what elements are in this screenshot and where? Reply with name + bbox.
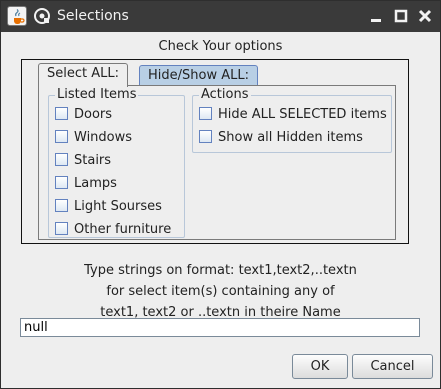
minimize-icon[interactable] <box>367 7 385 25</box>
listed-items-group: Listed Items Doors Windows Stairs Lamps … <box>48 87 185 239</box>
hide-selected-checkbox[interactable]: Hide ALL SELECTED items <box>199 106 387 124</box>
tab-select-all[interactable]: Select ALL: <box>38 63 128 87</box>
checkbox-box[interactable] <box>55 153 68 166</box>
instruction-line: Type strings on format: text1,text2,..te… <box>84 263 357 278</box>
checkbox-label: Stairs <box>74 153 112 168</box>
title-bar[interactable]: Selections <box>1 1 440 32</box>
maximize-icon[interactable] <box>392 7 410 25</box>
actions-group: Actions Hide ALL SELECTED items Show all… <box>192 87 392 153</box>
checkbox-label: Show all Hidden items <box>218 130 363 145</box>
checkbox-label: Light Sourses <box>74 199 162 214</box>
show-hidden-checkbox[interactable]: Show all Hidden items <box>199 129 363 147</box>
dialog-content: Check Your options Select ALL: Hide/Show… <box>1 32 440 388</box>
instruction-line: for select item(s) containing any of <box>106 284 335 299</box>
selections-dialog: Selections Check Your options Select ALL… <box>0 0 441 389</box>
lamps-checkbox[interactable]: Lamps <box>55 175 117 193</box>
checkbox-label: Windows <box>74 130 133 145</box>
checkbox-label: Lamps <box>74 176 117 191</box>
ok-button[interactable]: OK <box>292 354 348 379</box>
tab-hide-show-all[interactable]: Hide/Show ALL: <box>139 65 258 87</box>
checkbox-box[interactable] <box>55 199 68 212</box>
tabbed-pane: Select ALL: Hide/Show ALL: Listed Items … <box>21 59 409 244</box>
windows-checkbox[interactable]: Windows <box>55 129 132 147</box>
checkbox-box[interactable] <box>199 107 212 120</box>
options-heading: Check Your options <box>158 39 283 54</box>
checkbox-box[interactable] <box>55 130 68 143</box>
cancel-button[interactable]: Cancel <box>352 354 433 379</box>
stairs-checkbox[interactable]: Stairs <box>55 152 111 170</box>
checkbox-label: Hide ALL SELECTED items <box>218 107 387 122</box>
window-menu-icon[interactable] <box>33 7 51 25</box>
listed-items-legend: Listed Items <box>55 87 139 102</box>
checkbox-label: Doors <box>74 107 113 122</box>
format-instructions: Type strings on format: text1,text2,..te… <box>1 260 440 323</box>
other-furniture-checkbox[interactable]: Other furniture <box>55 221 171 239</box>
checkbox-box[interactable] <box>199 130 212 143</box>
checkbox-box[interactable] <box>55 107 68 120</box>
close-icon[interactable] <box>416 7 434 25</box>
select-all-panel: Listed Items Doors Windows Stairs Lamps … <box>38 85 396 240</box>
checkbox-box[interactable] <box>55 176 68 189</box>
checkbox-label: Other furniture <box>74 222 172 237</box>
checkbox-box[interactable] <box>55 222 68 235</box>
light-sources-checkbox[interactable]: Light Sourses <box>55 198 162 216</box>
actions-legend: Actions <box>199 87 251 102</box>
filter-text-input[interactable] <box>20 318 420 337</box>
java-cup-icon <box>7 6 27 26</box>
window-title: Selections <box>57 8 129 24</box>
doors-checkbox[interactable]: Doors <box>55 106 112 124</box>
